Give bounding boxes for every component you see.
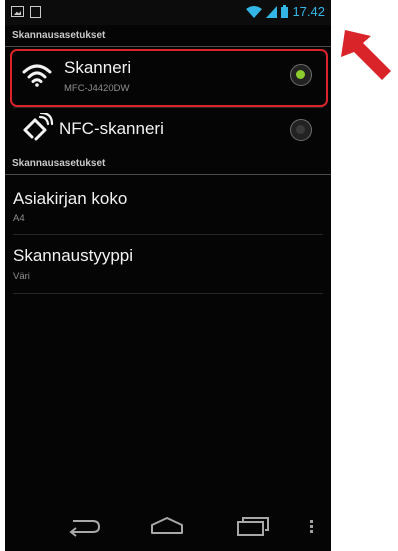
- scanner-nfc-title: NFC-skanneri: [59, 119, 164, 138]
- recent-apps-icon[interactable]: [235, 515, 271, 537]
- navigation-bar: [5, 503, 331, 551]
- pointer-arrow-icon: [341, 30, 391, 80]
- divider: [13, 293, 323, 294]
- settings-section-header: Skannausasetukset: [5, 155, 331, 175]
- overflow-menu-icon[interactable]: [310, 520, 313, 535]
- wifi-status-icon: [246, 5, 263, 18]
- scanner-nfc-row[interactable]: NFC-skanneri: [5, 108, 331, 152]
- download-notification-icon: [30, 6, 41, 18]
- scan-settings-header: Skannausasetukset: [5, 27, 331, 47]
- image-notification-icon: [11, 6, 24, 17]
- back-icon[interactable]: [63, 515, 101, 537]
- scanner-nfc-radio[interactable]: [290, 119, 312, 141]
- nfc-icon: [23, 113, 54, 141]
- status-time: 17.42: [292, 4, 325, 19]
- signal-icon: [266, 5, 278, 18]
- scan-type-row[interactable]: Skannaustyyppi Väri: [5, 235, 331, 293]
- selection-highlight-frame: [10, 49, 328, 107]
- home-icon[interactable]: [149, 515, 185, 537]
- radio-unselected-indicator: [296, 125, 305, 134]
- battery-icon: [281, 5, 289, 18]
- document-size-title: Asiakirjan koko: [13, 189, 128, 208]
- scan-type-title: Skannaustyyppi: [13, 246, 134, 265]
- scan-type-value: Väri: [13, 271, 30, 282]
- document-size-row[interactable]: Asiakirjan koko A4: [5, 176, 331, 234]
- document-size-value: A4: [13, 213, 25, 224]
- status-bar: 17.42: [5, 0, 331, 25]
